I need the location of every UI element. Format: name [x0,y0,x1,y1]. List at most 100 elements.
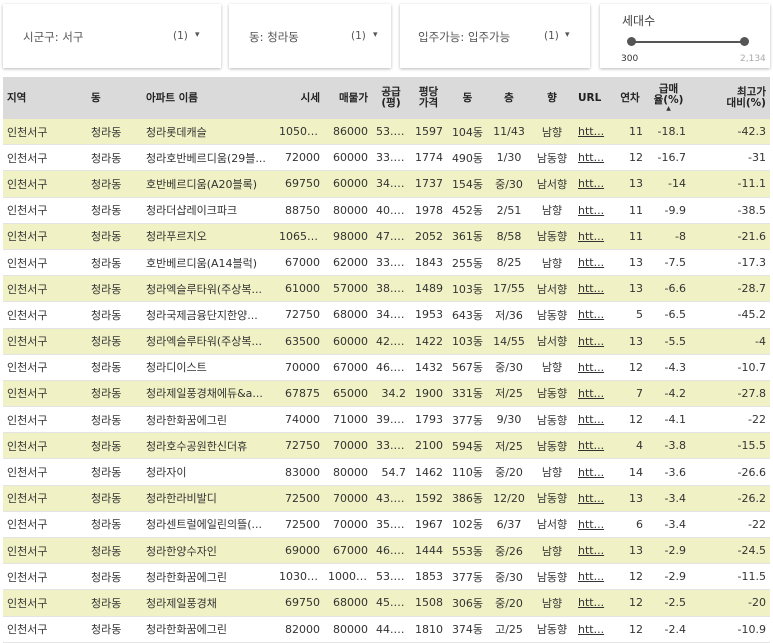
cell-vs-peak: -21.6 [737,229,766,243]
table-row[interactable]: 인천서구 청라동 청라더샵레이크파크 88750 80000 40.44 1978 452동 2… [3,197,770,224]
cell-years: 12 [629,570,643,584]
cell-url[interactable]: htt... [574,119,613,145]
cell-url[interactable]: htt... [574,249,613,275]
table-row[interactable]: 인천서구 청라동 청라엑슬루타워(주상복... 63500 60000 42.18 1422… [3,328,770,355]
cell-market-price: 69000 [285,544,320,558]
col-header-market-price[interactable]: 시세 [275,77,324,119]
chevron-down-icon[interactable]: ▾ [373,30,378,40]
col-header-years[interactable]: 연차 [613,77,647,119]
slider-min-handle[interactable] [627,37,636,46]
cell-years: 13 [629,544,643,558]
cell-url[interactable]: htt... [574,145,613,171]
table-row[interactable]: 인천서구 청라동 청라센트럴에일린의뜰(... 72500 70000 35.57 1967… [3,511,770,538]
cell-price-per-pyeong: 1462 [415,465,443,479]
slider-max-value: 2,134 [740,54,766,64]
table-row[interactable]: 인천서구 청라동 청라한라비발디 72500 70000 43.95 1592 386동 12/… [3,485,770,512]
cell-url[interactable]: htt... [574,433,613,459]
cell-url[interactable]: htt... [574,276,613,302]
cell-building: 306동 [451,596,484,610]
col-header-price-per-pyeong[interactable]: 평당 가격 [410,77,447,119]
cell-url[interactable]: htt... [574,302,613,328]
col-header-dong[interactable]: 동 [87,77,142,119]
cell-vs-peak: -22 [748,517,766,531]
cell-url[interactable]: htt... [574,223,613,249]
table-row[interactable]: 인천서구 청라동 청라한양수자인 69000 67000 46.38 1444 553동 중/2… [3,537,770,564]
cell-building: 103동 [451,282,484,296]
table-row[interactable]: 인천서구 청라동 청라호수공원한신더휴 72750 70000 33.32 2100 594동… [3,432,770,459]
table-row[interactable]: 인천서구 청라동 청라호반베르디움(29블... 72000 60000 33.82 177… [3,144,770,171]
cell-url[interactable]: htt... [574,380,613,406]
col-header-url[interactable]: URL [574,77,613,119]
table-row[interactable]: 인천서구 청라동 호반베르디움(A14블럭) 67000 62000 33.64 1843 2… [3,249,770,276]
cell-floor: 17/55 [493,282,525,296]
col-header-listing-price[interactable]: 매물가 [324,77,372,119]
apartment-table: 지역 동 아파트 이름 시세 매물가 공급 (평) 평당 가격 동 층 향 UR… [3,77,770,643]
cell-url[interactable]: htt... [574,616,613,642]
table-row[interactable]: 인천서구 청라동 청라제일풍경채 69750 68000 45.08 1508 306동 중/2… [3,589,770,617]
cell-vs-peak: -10.9 [737,622,766,636]
cell-direction: 남동향 [536,387,568,401]
cell-listing-price: 98000 [333,229,368,243]
col-header-building[interactable]: 동 [447,77,488,119]
chevron-down-icon[interactable]: ▾ [565,30,570,40]
cell-url[interactable]: htt... [574,511,613,537]
cell-supply-pyeong: 43.95 [376,491,408,505]
cell-building: 594동 [451,439,484,453]
cell-urgent-rate: -2.9 [664,544,686,558]
table-row[interactable]: 인천서구 청라동 청라푸르지오 106500 98000 47.74 2052 361동 8/5… [3,223,770,250]
cell-url[interactable]: htt... [574,538,613,564]
table-row[interactable]: 인천서구 청라동 청라국제금융단지한양... 72750 68000 34.81 1953 6… [3,301,770,328]
col-header-supply-pyeong[interactable]: 공급 (평) [372,77,410,119]
cell-market-price: 105000 [279,125,321,139]
cell-building: 154동 [451,177,484,191]
cell-listing-price: 80000 [333,465,368,479]
table-row[interactable]: 인천서구 청라동 호반베르디움(A20블록) 69750 60000 34.53 1737 1… [3,170,770,198]
table-row[interactable]: 인천서구 청라동 청라디이스트 70000 67000 46.77 1432 567동 중/30… [3,354,770,381]
cell-supply-pyeong: 40.44 [376,203,408,217]
cell-apt-name: 청라한화꿈에그린 [146,413,227,427]
table-row[interactable]: 인천서구 청라동 청라한화꿈에그린 74000 71000 39.59 1793 377동 9/… [3,406,770,433]
cell-market-price: 61000 [285,282,320,296]
cell-vs-peak: -38.5 [737,203,766,217]
cell-supply-pyeong: 53.83 [376,125,408,139]
cell-urgent-rate: -3.4 [664,491,686,505]
table-row[interactable]: 인천서구 청라동 청라자이 83000 80000 54.7 1462 110동 중/20 남향 h… [3,458,770,486]
table-row[interactable]: 인천서구 청라동 청라엑슬루타워(주상복... 61000 57000 38.26 1489… [3,275,770,302]
cell-supply-pyeong: 46.38 [376,544,408,558]
chevron-down-icon[interactable]: ▾ [195,30,200,40]
slider-track[interactable] [631,41,745,43]
cell-building: 490동 [451,151,484,165]
table-row[interactable]: 인천서구 청라동 청라한화꿈에그린 103000 100000 53.95 1853 377동… [3,563,770,590]
cell-floor: 9/30 [496,413,522,427]
slider-max-handle[interactable] [740,37,749,46]
col-header-direction[interactable]: 향 [530,77,574,119]
cell-url[interactable]: htt... [574,328,613,354]
table-row[interactable]: 인천서구 청라동 청라롯데캐슬 105000 86000 53.83 1597 104동 11/… [3,119,770,145]
cell-url[interactable]: htt... [574,407,613,433]
cell-floor: 중/30 [495,177,523,191]
cell-building: 104동 [451,125,484,139]
col-header-region[interactable]: 지역 [3,77,87,119]
cell-price-per-pyeong: 1967 [415,517,443,531]
cell-url[interactable]: htt... [574,197,613,223]
table-row[interactable]: 인천서구 청라동 청라한화꿈에그린 82000 80000 44.19 1810 374동 고/… [3,616,770,643]
cell-url[interactable]: htt... [574,354,613,380]
filter-sigungu[interactable]: 시군구: 서구 (1) ▾ [3,4,221,68]
filter-move-in-label: 입주가능: 입주가능 [418,30,511,44]
cell-url[interactable]: htt... [574,485,613,511]
cell-listing-price: 60000 [333,334,368,348]
col-header-vs-peak[interactable]: 최고가 대비(%) [690,77,770,119]
col-header-apt-name[interactable]: 아파트 이름 [142,77,275,119]
table-row[interactable]: 인천서구 청라동 청라제일풍경채에듀&a... 67875 65000 34.2 1900 3… [3,380,770,407]
filter-dong[interactable]: 동: 청라동 (1) ▾ [229,4,391,68]
cell-url[interactable]: htt... [574,171,613,197]
cell-url[interactable]: htt... [574,459,613,485]
filter-move-in[interactable]: 입주가능: 입주가능 (1) ▾ [400,4,590,68]
cell-url[interactable]: htt... [574,564,613,590]
col-header-urgent-rate[interactable]: 급매 율(%) ▲ [647,77,690,119]
cell-vs-peak: -15.5 [737,439,766,453]
cell-region: 인천서구 [7,256,48,270]
col-header-floor[interactable]: 층 [488,77,530,119]
cell-dong: 청라동 [91,544,122,558]
cell-url[interactable]: htt... [574,590,613,616]
